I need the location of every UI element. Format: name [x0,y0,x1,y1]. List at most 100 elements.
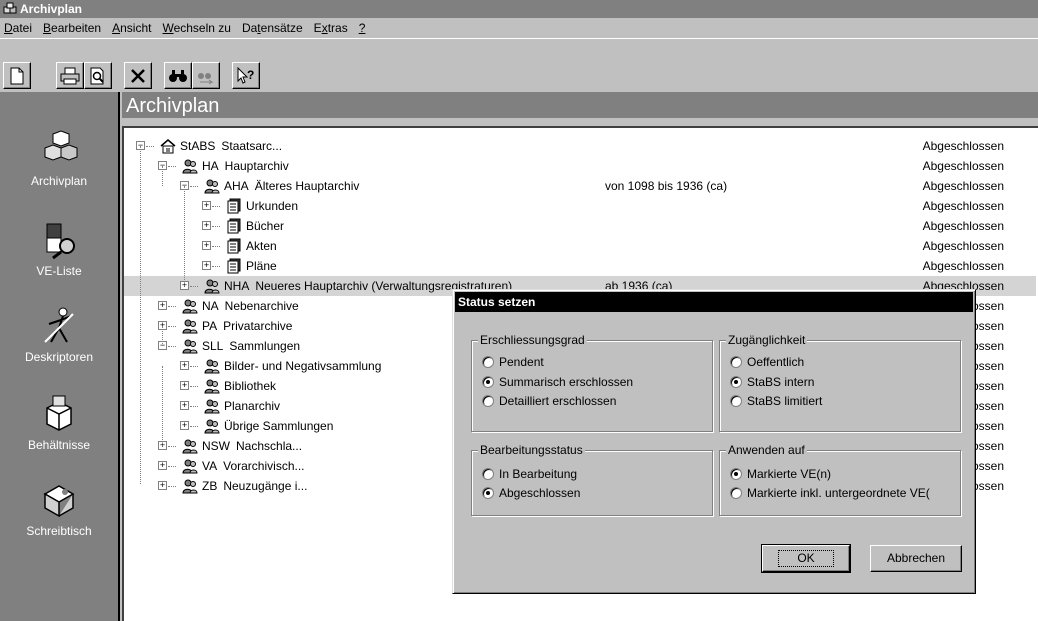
find-next-icon[interactable] [192,62,220,89]
sidebar-item-ve-liste[interactable]: VE-Liste [0,220,118,290]
sidebar-item-schreibtisch[interactable]: Schreibtisch [0,480,118,550]
tree-row[interactable]: − StABS Staatsarc... Abgeschlossen [124,136,1036,156]
tree-node-label[interactable]: PA Privatarchive [202,316,292,336]
sidebar-item-deskriptoren[interactable]: Deskriptoren [0,306,118,376]
radio-button[interactable] [482,356,494,368]
tree-connector [168,466,176,467]
menu-datensätze[interactable]: Datensätze [242,21,303,35]
tree-node-label[interactable]: AHA Älteres Hauptarchiv [224,176,359,196]
ok-button[interactable]: OK [761,544,851,573]
expand-icon[interactable]: + [180,361,189,370]
tree-row[interactable]: − HA Hauptarchiv Abgeschlossen [124,156,1036,176]
new-document-icon[interactable] [3,62,31,89]
node-name: Bibliothek [224,379,277,393]
radio-abgeschlossen[interactable]: Abgeschlossen [482,484,580,502]
radio-button[interactable] [482,487,494,499]
expand-icon[interactable]: + [158,481,167,490]
node-name: Hauptarchiv [224,159,289,173]
tree-node-label[interactable]: ZB Neuzugänge i... [202,476,307,496]
expand-icon[interactable]: + [202,221,211,230]
tree-node-label[interactable]: HA Hauptarchiv [202,156,289,176]
expand-icon[interactable]: + [180,421,189,430]
tree-node-label[interactable]: Bilder- und Negativsammlung [224,356,381,376]
tree-node-label[interactable]: VA Vorarchivisch... [202,456,305,476]
menu-bearbeiten[interactable]: Bearbeiten [43,21,101,35]
radio-summarisch[interactable]: Summarisch erschlossen [482,373,633,391]
node-name: Übrige Sammlungen [224,419,334,433]
container-box-icon [39,394,79,434]
group-label: Zugänglichkeit [726,333,808,347]
node-code: NHA [224,279,250,293]
tree-node-label[interactable]: StABS Staatsarc... [180,136,282,156]
tree-connector [146,146,154,147]
expand-icon[interactable]: + [158,301,167,310]
radio-button[interactable] [730,356,742,368]
tree-node-label[interactable]: Bücher [246,216,284,236]
expand-icon[interactable]: + [202,261,211,270]
tree-node-label[interactable]: Pläne [246,256,277,276]
radio-button[interactable] [730,395,742,407]
node-name: Neuzugänge i... [223,479,308,493]
print-icon[interactable] [56,62,84,89]
tree-node-label[interactable]: Planarchiv [224,396,280,416]
menu-ansicht[interactable]: Ansicht [112,21,151,35]
document-stack-icon [226,238,242,254]
menu-wechseln-zu[interactable]: Wechseln zu [162,21,230,35]
expand-icon[interactable]: + [202,241,211,250]
node-name: Sammlungen [229,339,301,353]
context-help-icon[interactable]: ? [232,62,260,89]
radio-button[interactable] [482,468,494,480]
tree-node-label[interactable]: NA Nebenarchive [202,296,299,316]
tree-node-label[interactable]: Akten [246,236,277,256]
node-code: StABS [180,139,216,153]
radio-button[interactable] [730,468,742,480]
radio-detailliert[interactable]: Detailliert erschlossen [482,392,616,410]
expand-icon[interactable]: + [180,381,189,390]
expand-icon[interactable]: + [202,201,211,210]
folder-people-icon [182,438,198,454]
tree-row[interactable]: + Urkunden Abgeschlossen [124,196,1036,216]
radio-markierte-ve[interactable]: Markierte VE(n) [730,465,831,483]
sidebar-item-behaeltnisse[interactable]: Behältnisse [0,394,118,464]
menu-help[interactable]: ? [359,21,366,35]
cancel-button[interactable]: Abbrechen [870,545,962,572]
sidebar-item-archivplan[interactable]: Archivplan [0,130,118,200]
tree-node-label[interactable]: NSW Nachschla... [202,436,302,456]
tree-row[interactable]: + Akten Abgeschlossen [124,236,1036,256]
tree-node-label[interactable]: Übrige Sammlungen [224,416,333,436]
expand-icon[interactable]: + [180,401,189,410]
folder-people-icon [182,458,198,474]
radio-button[interactable] [730,376,742,388]
radio-pendent[interactable]: Pendent [482,353,544,371]
toolbar: ? [0,38,1038,92]
archive-cubes-icon [39,130,79,170]
node-name: Privatarchive [223,319,293,333]
menu-datei[interactable]: Datei [4,21,32,35]
radio-button[interactable] [482,376,494,388]
expand-icon[interactable]: + [158,461,167,470]
print-preview-icon[interactable] [84,62,112,89]
find-icon[interactable] [164,62,192,89]
radio-in-bearbeitung[interactable]: In Bearbeitung [482,465,577,483]
node-name: Planarchiv [224,399,281,413]
folder-people-icon [204,418,220,434]
tree-row[interactable]: + Pläne Abgeschlossen [124,256,1036,276]
list-search-icon [39,220,79,260]
tree-connector [162,166,163,186]
tree-row[interactable]: − AHA Älteres Hauptarchiv von 1098 bis 1936… [124,176,1036,196]
tree-node-label[interactable]: Urkunden [246,196,298,216]
radio-oeffentlich[interactable]: Oeffentlich [730,353,804,371]
radio-button[interactable] [482,395,494,407]
house-icon [160,138,176,154]
menu-extras[interactable]: Extras [314,21,348,35]
radio-markierte-inkl[interactable]: Markierte inkl. untergeordnete VE( [730,484,958,502]
radio-stabs-limitiert[interactable]: StaBS limitiert [730,392,822,410]
tree-row[interactable]: + Bücher Abgeschlossen [124,216,1036,236]
radio-button[interactable] [730,487,742,499]
tree-connector [168,446,176,447]
delete-icon[interactable] [124,62,152,89]
radio-stabs-intern[interactable]: StaBS intern [730,373,814,391]
tree-node-label[interactable]: Bibliothek [224,376,276,396]
tree-node-label[interactable]: SLL Sammlungen [202,336,300,356]
tree-connector [168,166,176,167]
